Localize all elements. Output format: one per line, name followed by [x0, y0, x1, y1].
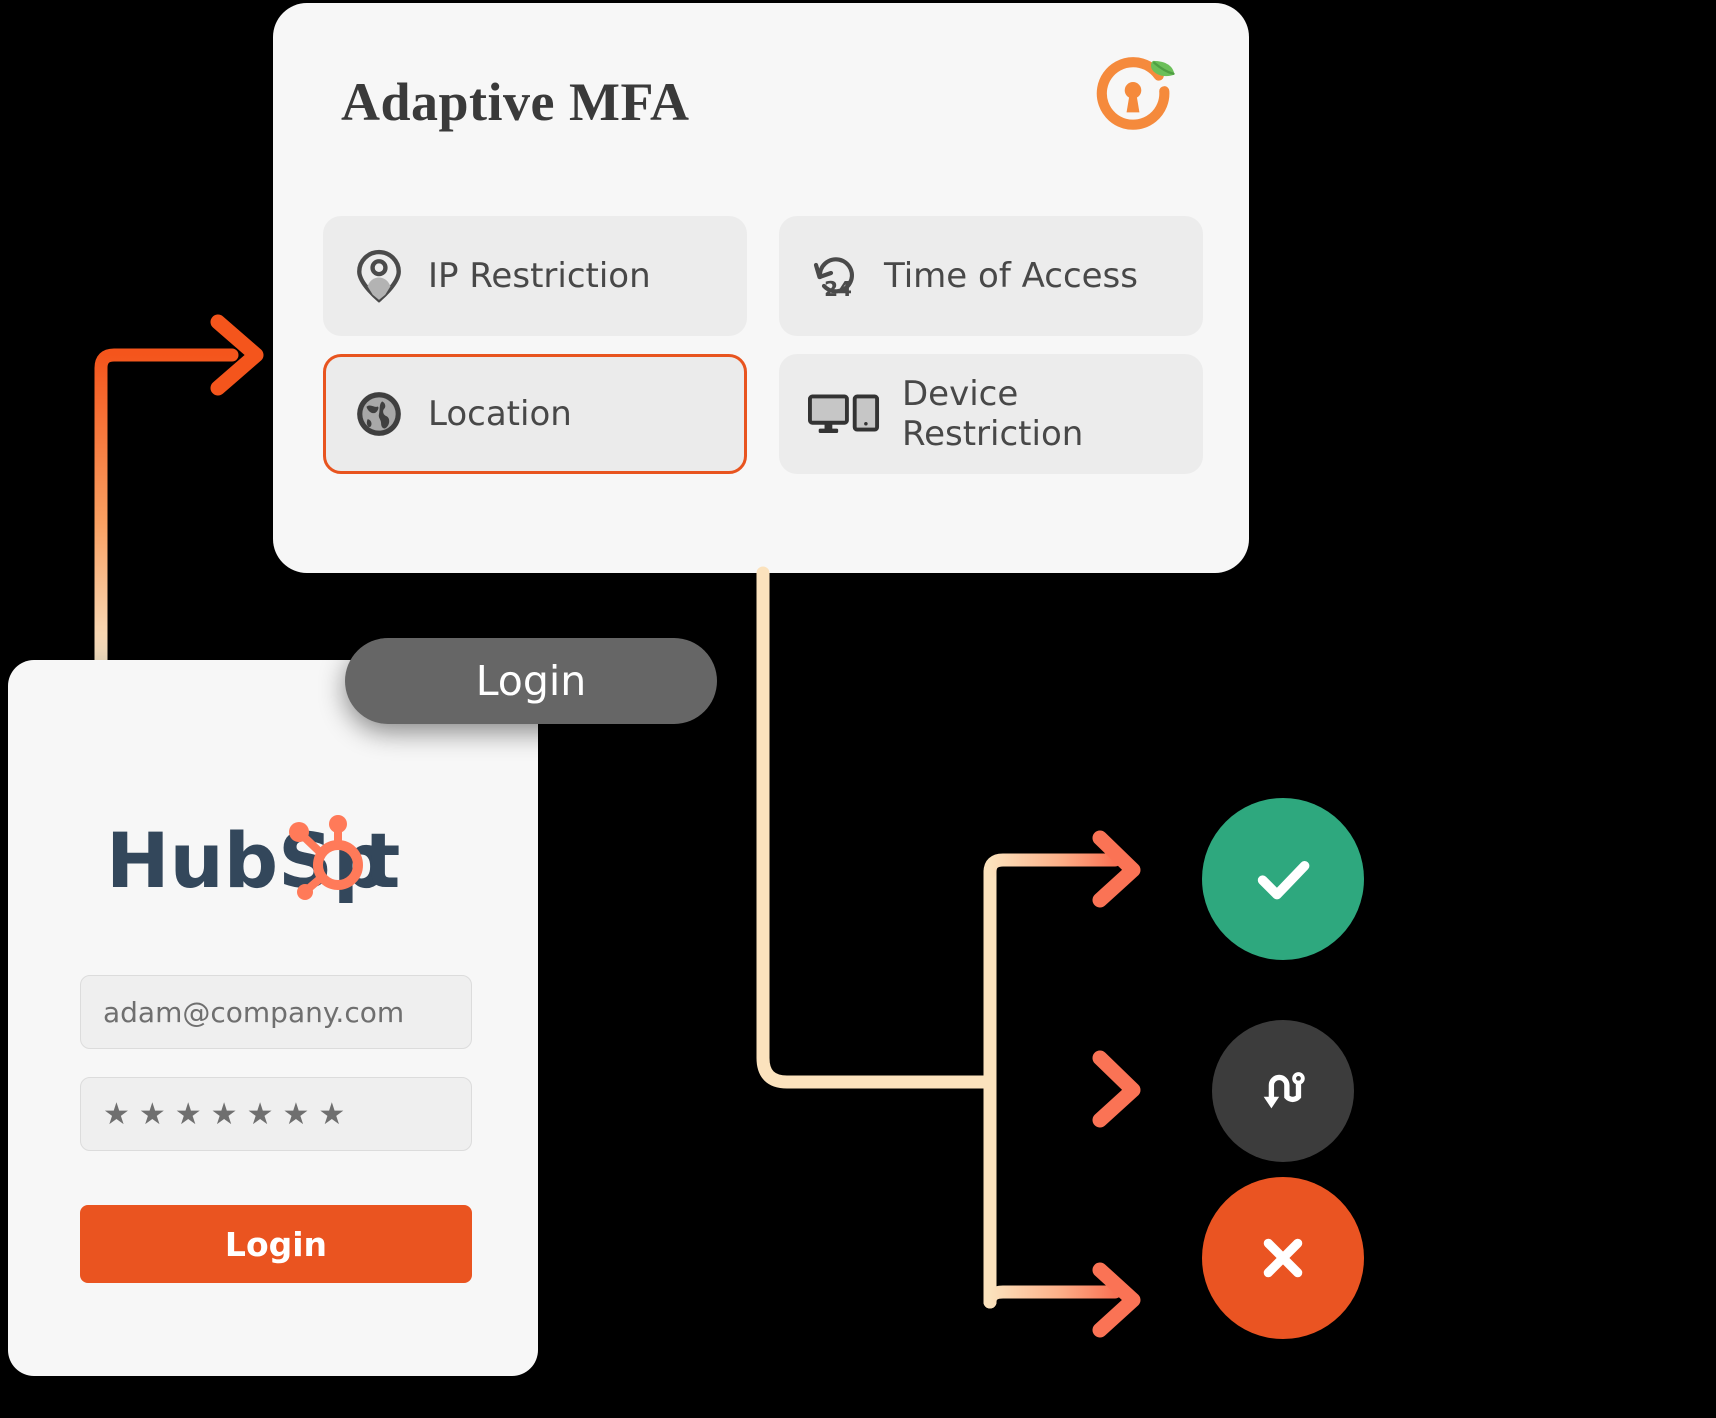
clock-24-arrow-icon: 24	[808, 249, 862, 303]
password-field-value: ★★★★★★★	[103, 1097, 355, 1131]
mfa-options-grid: IP Restriction 24 Time of Access Locatio…	[323, 216, 1203, 474]
login-submit-button[interactable]: Login	[80, 1205, 472, 1283]
login-tooltip-label: Login	[475, 657, 587, 705]
close-x-icon	[1263, 1238, 1303, 1278]
mfa-option-location[interactable]: Location	[323, 354, 747, 474]
page-title: Adaptive MFA	[341, 72, 690, 132]
mfa-option-ip-restriction[interactable]: IP Restriction	[323, 216, 747, 336]
hubspot-login-card: HubSp t adam@company.com ★★★★★★★ Login	[8, 660, 538, 1376]
lock-circle-leaf-logo-icon	[1096, 57, 1175, 130]
check-icon	[1257, 861, 1310, 900]
adaptive-mfa-card: Adaptive MFA IP Restriction 24 Time of A…	[273, 3, 1249, 573]
email-field-value: adam@company.com	[103, 995, 405, 1029]
redirect-arrow-icon	[1263, 1072, 1305, 1109]
globe-icon	[352, 387, 406, 441]
connector-login-to-mfa	[94, 314, 264, 667]
password-field[interactable]: ★★★★★★★	[80, 1077, 472, 1151]
mfa-option-device-restriction[interactable]: Device Restriction	[779, 354, 1203, 474]
mfa-option-label: IP Restriction	[428, 255, 651, 296]
person-pin-icon	[352, 249, 406, 303]
svg-text:t: t	[364, 816, 400, 905]
monitor-tablet-icon	[808, 387, 880, 441]
mfa-option-time-of-access[interactable]: 24 Time of Access	[779, 216, 1203, 336]
mfa-option-label: Device Restriction	[902, 373, 1084, 454]
diagram-canvas: Adaptive MFA IP Restriction 24 Time of A…	[0, 0, 1716, 1418]
connector-mfa-to-results	[756, 566, 1141, 1338]
result-redirect-circle[interactable]	[1212, 1020, 1354, 1162]
mfa-option-label: Time of Access	[884, 255, 1138, 296]
email-field[interactable]: adam@company.com	[80, 975, 472, 1049]
login-tooltip-pill[interactable]: Login	[345, 638, 717, 724]
result-approve-circle[interactable]	[1202, 798, 1364, 960]
result-deny-circle[interactable]	[1202, 1177, 1364, 1339]
svg-text:24: 24	[824, 277, 852, 301]
hubspot-sprocket-icon: HubSp t	[106, 815, 400, 905]
mfa-option-label: Location	[428, 393, 572, 434]
login-submit-label: Login	[224, 1224, 328, 1264]
